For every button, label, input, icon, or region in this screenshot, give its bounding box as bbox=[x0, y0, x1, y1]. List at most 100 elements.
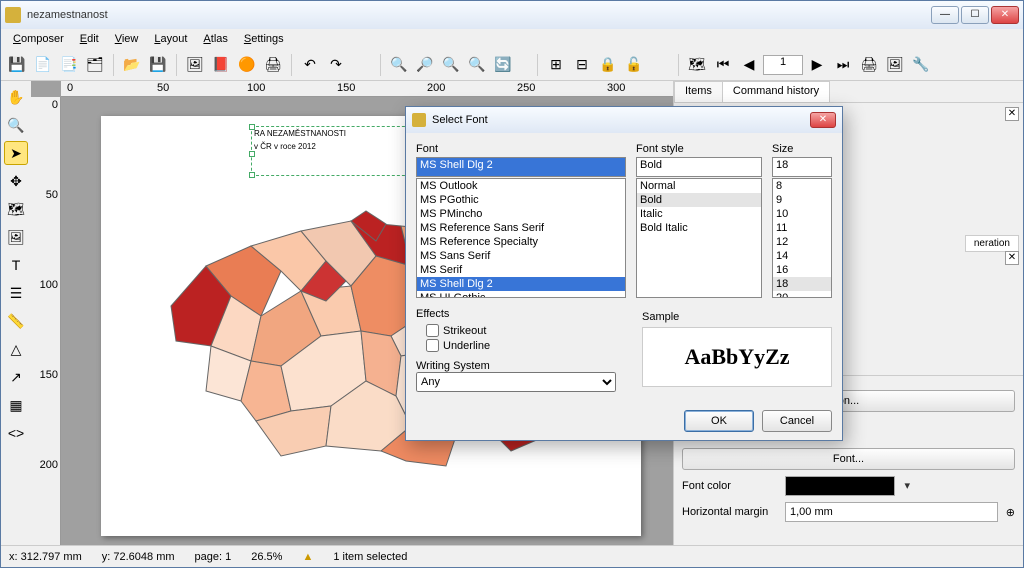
list-item[interactable]: 9 bbox=[773, 193, 831, 207]
list-item[interactable]: 16 bbox=[773, 263, 831, 277]
export-svg-icon[interactable]: 🟠 bbox=[235, 53, 259, 77]
font-style-list[interactable]: Normal Bold Italic Bold Italic bbox=[636, 178, 762, 298]
zoom-full-icon[interactable]: 🔍 bbox=[439, 53, 463, 77]
atlas-prev-icon[interactable]: ◀ bbox=[737, 53, 761, 77]
open-template-icon[interactable]: 📂 bbox=[120, 53, 144, 77]
list-item[interactable]: MS Serif bbox=[417, 263, 625, 277]
redo-icon[interactable]: ↷ bbox=[324, 53, 348, 77]
group-icon[interactable]: ⊟ bbox=[570, 53, 594, 77]
print-icon[interactable]: 🖨 bbox=[261, 53, 285, 77]
add-shape-icon[interactable]: △ bbox=[4, 337, 28, 361]
left-toolbar: ✋ 🔍 ➤ ✥ 🗺 🖼 T ☰ 📏 △ ↗ ▦ <> bbox=[1, 81, 31, 545]
list-item[interactable]: 11 bbox=[773, 221, 831, 235]
font-button[interactable]: Font... bbox=[682, 448, 1015, 470]
atlas-next-icon[interactable]: ▶ bbox=[805, 53, 829, 77]
list-item[interactable]: Bold Italic bbox=[637, 221, 761, 235]
dialog-titlebar[interactable]: Select Font ✕ bbox=[406, 107, 842, 133]
tab-generation[interactable]: neration bbox=[965, 235, 1019, 252]
atlas-preview-icon[interactable]: 🗺 bbox=[685, 53, 709, 77]
select-tool-icon[interactable]: ➤ bbox=[4, 141, 28, 165]
zoom-out-icon[interactable]: 🔎 bbox=[413, 53, 437, 77]
font-list[interactable]: MS Outlook MS PGothic MS PMincho MS Refe… bbox=[416, 178, 626, 298]
unlock-icon[interactable]: 🔓 bbox=[622, 53, 646, 77]
move-content-icon[interactable]: ✥ bbox=[4, 169, 28, 193]
atlas-page-spin[interactable]: 1 bbox=[763, 55, 803, 75]
save-icon[interactable]: 💾 bbox=[5, 53, 29, 77]
list-item[interactable]: MS Outlook bbox=[417, 179, 625, 193]
menu-layout[interactable]: Layout bbox=[148, 31, 193, 47]
size-input[interactable]: 18 bbox=[772, 157, 832, 177]
list-item[interactable]: 12 bbox=[773, 235, 831, 249]
list-item[interactable]: MS Reference Sans Serif bbox=[417, 221, 625, 235]
panel2-close-icon[interactable]: ✕ bbox=[1005, 251, 1019, 265]
export-image-icon[interactable]: 🖼 bbox=[183, 53, 207, 77]
list-item[interactable]: 14 bbox=[773, 249, 831, 263]
status-zoom[interactable]: 26.5% bbox=[251, 551, 282, 563]
writing-system-select[interactable]: Any bbox=[416, 372, 616, 392]
data-defined-icon[interactable]: ⊕ bbox=[1006, 506, 1015, 519]
strikeout-checkbox[interactable]: Strikeout bbox=[416, 324, 616, 337]
add-arrow-icon[interactable]: ↗ bbox=[4, 365, 28, 389]
add-html-icon[interactable]: <> bbox=[4, 421, 28, 445]
ok-button[interactable]: OK bbox=[684, 410, 754, 432]
atlas-settings-icon[interactable]: 🔧 bbox=[909, 53, 933, 77]
maximize-button[interactable]: ☐ bbox=[961, 6, 989, 24]
menu-settings[interactable]: Settings bbox=[238, 31, 290, 47]
save-template-icon[interactable]: 💾 bbox=[146, 53, 170, 77]
add-label-icon[interactable]: T bbox=[4, 253, 28, 277]
atlas-first-icon[interactable]: ⏮ bbox=[711, 53, 735, 77]
atlas-print-icon[interactable]: 🖨 bbox=[857, 53, 881, 77]
font-input[interactable]: MS Shell Dlg 2 bbox=[416, 157, 626, 177]
menu-edit[interactable]: Edit bbox=[74, 31, 105, 47]
underline-checkbox[interactable]: Underline bbox=[416, 339, 616, 352]
list-item[interactable]: 10 bbox=[773, 207, 831, 221]
list-item[interactable]: 18 bbox=[773, 277, 831, 291]
pan-icon[interactable]: ✋ bbox=[4, 85, 28, 109]
atlas-last-icon[interactable]: ⏭ bbox=[831, 53, 855, 77]
hmargin-input[interactable] bbox=[785, 502, 998, 522]
list-item[interactable]: MS Sans Serif bbox=[417, 249, 625, 263]
status-page: page: 1 bbox=[195, 551, 232, 563]
menu-atlas[interactable]: Atlas bbox=[197, 31, 233, 47]
add-legend-icon[interactable]: ☰ bbox=[4, 281, 28, 305]
menu-view[interactable]: View bbox=[109, 31, 145, 47]
tab-items[interactable]: Items bbox=[674, 81, 723, 102]
lock-items-icon[interactable]: ⊞ bbox=[544, 53, 568, 77]
add-scalebar-icon[interactable]: 📏 bbox=[4, 309, 28, 333]
titlebar[interactable]: nezamestnanost — ☐ ✕ bbox=[1, 1, 1023, 29]
zoom-tool-icon[interactable]: 🔍 bbox=[4, 113, 28, 137]
zoom-in-icon[interactable]: 🔍 bbox=[387, 53, 411, 77]
font-style-input[interactable]: Bold bbox=[636, 157, 762, 177]
list-item[interactable]: MS Reference Specialty bbox=[417, 235, 625, 249]
list-item[interactable]: 8 bbox=[773, 179, 831, 193]
list-item[interactable]: MS PMincho bbox=[417, 207, 625, 221]
manager-icon[interactable]: 🗂 bbox=[83, 53, 107, 77]
cancel-button[interactable]: Cancel bbox=[762, 410, 832, 432]
list-item[interactable]: Bold bbox=[637, 193, 761, 207]
duplicate-icon[interactable]: 📑 bbox=[57, 53, 81, 77]
status-y: y: 72.6048 mm bbox=[102, 551, 175, 563]
undo-icon[interactable]: ↶ bbox=[298, 53, 322, 77]
list-item[interactable]: 20 bbox=[773, 291, 831, 298]
add-map-icon[interactable]: 🗺 bbox=[4, 197, 28, 221]
add-table-icon[interactable]: ▦ bbox=[4, 393, 28, 417]
zoom-actual-icon[interactable]: 🔍 bbox=[465, 53, 489, 77]
list-item[interactable]: Normal bbox=[637, 179, 761, 193]
list-item[interactable]: MS PGothic bbox=[417, 193, 625, 207]
close-button[interactable]: ✕ bbox=[991, 6, 1019, 24]
tab-command-history[interactable]: Command history bbox=[722, 81, 830, 102]
font-color-button[interactable] bbox=[785, 476, 895, 496]
size-list[interactable]: 8 9 10 11 12 14 16 18 20 bbox=[772, 178, 832, 298]
lock-icon[interactable]: 🔒 bbox=[596, 53, 620, 77]
dialog-close-button[interactable]: ✕ bbox=[810, 112, 836, 128]
refresh-icon[interactable]: 🔄 bbox=[491, 53, 515, 77]
list-item[interactable]: MS UI Gothic bbox=[417, 291, 625, 298]
export-pdf-icon[interactable]: 📕 bbox=[209, 53, 233, 77]
new-icon[interactable]: 📄 bbox=[31, 53, 55, 77]
list-item[interactable]: Italic bbox=[637, 207, 761, 221]
add-image-icon[interactable]: 🖼 bbox=[4, 225, 28, 249]
menu-composer[interactable]: Composer bbox=[7, 31, 70, 47]
list-item[interactable]: MS Shell Dlg 2 bbox=[417, 277, 625, 291]
minimize-button[interactable]: — bbox=[931, 6, 959, 24]
atlas-export-icon[interactable]: 🖼 bbox=[883, 53, 907, 77]
